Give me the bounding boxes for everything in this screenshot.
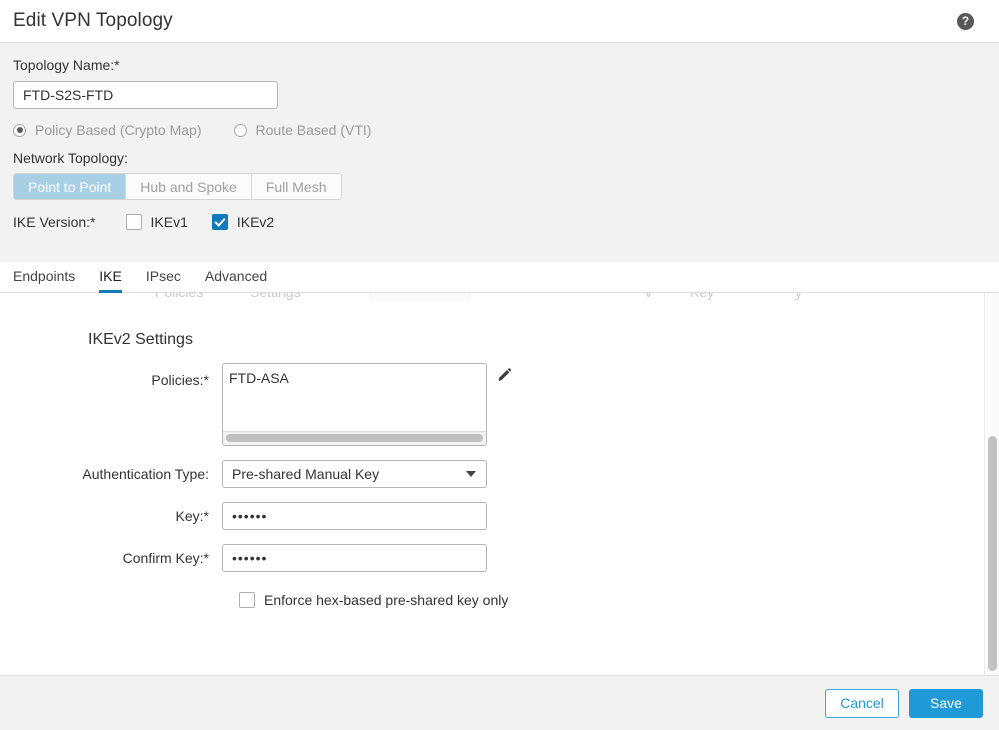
authentication-type-select[interactable]: Pre-shared Manual Key: [222, 460, 487, 488]
dialog-header: Edit VPN Topology ?: [0, 0, 999, 43]
confirm-key-label: Confirm Key:*: [122, 550, 209, 566]
checkbox-ikev1[interactable]: IKEv1: [125, 214, 188, 230]
network-topology-segmented-control: Point to Point Hub and Spoke Full Mesh: [13, 173, 342, 200]
radio-route-based[interactable]: Route Based (VTI): [233, 122, 372, 138]
key-row: Key:*: [0, 502, 999, 530]
radio-selected-icon: [13, 123, 26, 137]
authentication-type-value: Pre-shared Manual Key: [232, 466, 380, 482]
ike-settings-scroll-area: Policies Settings v Key y IKEv2 Settings…: [0, 293, 999, 675]
checkbox-unchecked-icon: [125, 214, 142, 230]
radio-policy-based[interactable]: Policy Based (Crypto Map): [13, 122, 202, 138]
policies-label: Policies:*: [151, 372, 209, 388]
tab-advanced[interactable]: Advanced: [205, 268, 267, 293]
key-label: Key:*: [175, 508, 209, 524]
ike-version-label: IKE Version:*: [13, 214, 96, 230]
tab-endpoints[interactable]: Endpoints: [13, 268, 75, 293]
enforce-hex-checkbox-row[interactable]: Enforce hex-based pre-shared key only: [239, 592, 999, 608]
chevron-down-icon: [466, 471, 476, 477]
tab-ipsec[interactable]: IPsec: [146, 268, 181, 293]
dialog-footer: Cancel Save: [0, 675, 999, 730]
segment-point-to-point[interactable]: Point to Point: [14, 174, 127, 199]
help-circle-icon[interactable]: ?: [957, 12, 974, 30]
enforce-hex-label: Enforce hex-based pre-shared key only: [264, 592, 509, 608]
network-topology-label: Network Topology:: [13, 150, 128, 166]
key-input[interactable]: [222, 502, 487, 530]
segment-hub-and-spoke[interactable]: Hub and Spoke: [126, 174, 252, 199]
checkbox-ikev2[interactable]: IKEv2: [211, 214, 275, 230]
vertical-scrollbar-thumb[interactable]: [988, 436, 997, 671]
checkbox-ikev2-label: IKEv2: [236, 214, 275, 230]
radio-unselected-icon: [233, 123, 247, 137]
page-title: Edit VPN Topology: [13, 10, 173, 31]
radio-policy-based-label: Policy Based (Crypto Map): [35, 122, 202, 138]
section-title-ikev2-settings: IKEv2 Settings: [88, 331, 193, 348]
policies-horizontal-scrollbar[interactable]: [223, 431, 486, 445]
tab-bar: Endpoints IKE IPsec Advanced: [0, 262, 999, 293]
ike-version-row: IKE Version:* IKEv1 IKEv2: [13, 214, 999, 230]
save-button[interactable]: Save: [909, 688, 983, 718]
policies-scrollbar-thumb[interactable]: [226, 434, 483, 442]
segment-full-mesh[interactable]: Full Mesh: [251, 174, 341, 199]
policies-listbox[interactable]: FTD-ASA: [222, 363, 487, 446]
confirm-key-input[interactable]: [222, 544, 487, 572]
checkbox-ikev1-label: IKEv1: [150, 214, 188, 230]
vpn-type-radio-group: Policy Based (Crypto Map) Route Based (V…: [13, 122, 999, 138]
topology-config-section: Topology Name:* Policy Based (Crypto Map…: [0, 43, 999, 262]
policies-row: Policies:* FTD-ASA: [0, 363, 999, 446]
checkbox-unchecked-icon: [239, 592, 255, 608]
policies-list-item[interactable]: FTD-ASA: [223, 364, 486, 386]
authentication-type-row: Authentication Type: Pre-shared Manual K…: [0, 460, 999, 488]
vertical-scrollbar[interactable]: [984, 293, 999, 675]
confirm-key-row: Confirm Key:*: [0, 544, 999, 572]
topology-name-label: Topology Name:*: [13, 57, 120, 73]
radio-route-based-label: Route Based (VTI): [255, 122, 372, 138]
checkbox-checked-icon: [211, 214, 228, 230]
pencil-edit-icon[interactable]: [496, 367, 513, 387]
cancel-button[interactable]: Cancel: [825, 688, 899, 718]
authentication-type-label: Authentication Type:: [82, 466, 209, 482]
tab-ike[interactable]: IKE: [99, 268, 122, 293]
clipped-previous-row: Policies Settings v Key y: [0, 293, 999, 301]
edit-vpn-topology-dialog: Edit VPN Topology ? Topology Name:* Poli…: [0, 0, 999, 730]
topology-name-input[interactable]: [13, 81, 278, 109]
